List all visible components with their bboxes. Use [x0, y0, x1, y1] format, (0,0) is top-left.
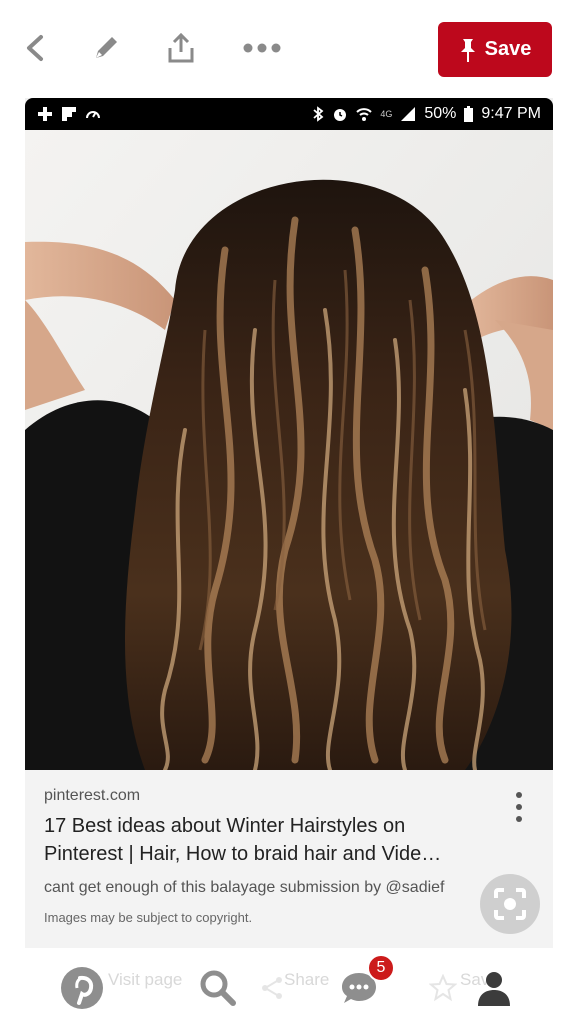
star-faded-icon	[421, 966, 465, 1010]
profile-icon[interactable]	[472, 966, 516, 1010]
search-icon[interactable]	[196, 966, 240, 1010]
pin-title-line-2: Pinterest | Hair, How to braid hair and …	[44, 843, 442, 865]
battery-percent: 50%	[424, 105, 457, 122]
save-button[interactable]: Save	[438, 22, 552, 77]
pin-image[interactable]	[25, 130, 553, 770]
save-label: Save	[484, 38, 532, 60]
signal-icon	[401, 107, 416, 121]
notification-badge: 5	[367, 954, 395, 982]
pin-title-line-1: 17 Best ideas about Winter Hairstyles on	[44, 815, 406, 837]
pin-title[interactable]: 17 Best ideas about Winter Hairstyles on…	[44, 812, 484, 868]
visual-search-lens-button[interactable]	[480, 874, 540, 934]
copyright-notice: Images may be subject to copyright.	[44, 910, 253, 925]
pin-description: cant get enough of this balayage submiss…	[44, 879, 445, 896]
clock-time: 9:47 PM	[481, 105, 541, 122]
phone-status-bar: 4G 50% 9:47 PM	[25, 98, 553, 130]
faded-visit-label: Visit page	[108, 970, 183, 989]
hair-photo	[25, 130, 553, 770]
lens-icon	[494, 888, 526, 920]
battery-icon	[464, 106, 474, 122]
wifi-icon	[356, 108, 373, 121]
pencil-icon[interactable]	[86, 28, 126, 68]
more-dots-icon[interactable]	[242, 28, 282, 68]
pinterest-home-icon[interactable]	[60, 966, 104, 1010]
bottom-nav: Visit page Share Save 5	[0, 948, 576, 1024]
flipboard-icon	[62, 107, 76, 121]
pin-info: pinterest.com 17 Best ideas about Winter…	[25, 770, 553, 948]
pushpin-icon	[460, 38, 475, 62]
source-domain[interactable]: pinterest.com	[44, 787, 140, 805]
bluetooth-icon	[313, 106, 324, 122]
top-toolbar: Save	[0, 0, 576, 98]
network-type: 4G	[380, 109, 393, 119]
more-options-icon[interactable]	[511, 792, 527, 822]
alarm-icon	[334, 109, 347, 121]
speedometer-icon	[86, 111, 100, 119]
share-faded-icon	[250, 966, 294, 1010]
pin-card: 4G 50% 9:47 PM pinterest.com 17 Best ide…	[25, 98, 553, 948]
dpad-icon	[38, 107, 52, 121]
share-icon[interactable]	[161, 28, 201, 68]
back-chevron-icon[interactable]	[15, 28, 55, 68]
